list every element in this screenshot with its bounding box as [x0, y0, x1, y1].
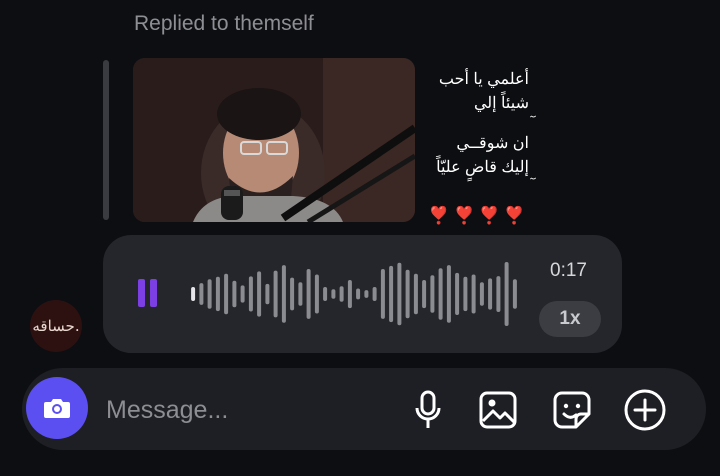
waveform-bar: [339, 286, 344, 302]
video-thumbnail-image[interactable]: [133, 58, 415, 222]
composer-bar: [22, 368, 706, 450]
waveform-bar: [413, 273, 418, 315]
waveform-bar: [199, 283, 204, 305]
waveform-bar: [397, 262, 402, 326]
waveform-bar: [364, 290, 369, 298]
sticker-icon: [553, 391, 591, 429]
waveform-bar: [248, 276, 253, 312]
waveform-bar: [463, 276, 468, 312]
waveform-bar: [471, 274, 476, 314]
caption-line: ان شوقــي: [456, 135, 529, 152]
waveform-bar: [455, 272, 460, 315]
waveform[interactable]: [189, 255, 519, 333]
add-button[interactable]: [623, 388, 667, 432]
waveform-bar: [232, 280, 237, 308]
pause-bar-right: [150, 279, 157, 307]
waveform-bar: [215, 276, 220, 312]
caption-line: إليك قاضٍ عليّاً: [436, 159, 529, 176]
waveform-bar: [191, 287, 196, 301]
pause-bar-left: [138, 279, 145, 307]
waveform-bar: [380, 269, 385, 319]
caption-line: أعلمي يا أحب: [438, 71, 529, 88]
waveform-bar: [290, 277, 295, 311]
waveform-bar: [496, 276, 501, 312]
thumbnail-illustration: [133, 58, 415, 222]
microphone-button[interactable]: [406, 388, 450, 432]
plus-circle-icon: [624, 389, 666, 431]
waveform-bar: [265, 283, 270, 305]
voice-message-bubble[interactable]: 0:17 1x: [103, 235, 622, 353]
caption-line: شيئاً إلي: [473, 95, 529, 112]
caption-line: ٓ: [421, 180, 529, 192]
waveform-bar: [512, 279, 517, 309]
waveform-bar: [240, 285, 245, 303]
waveform-bar: [446, 265, 451, 323]
waveform-bar: [430, 275, 435, 313]
caption-line: ٓ: [421, 116, 529, 132]
microphone-icon: [415, 390, 441, 428]
waveform-bar: [479, 282, 484, 306]
waveform-bar: [422, 280, 427, 309]
waveform-bar: [405, 269, 410, 319]
waveform-bar: [224, 273, 229, 315]
waveform-bar: [331, 289, 336, 299]
waveform-bar: [298, 282, 303, 306]
waveform-bar: [488, 278, 493, 310]
waveform-bar: [438, 268, 443, 320]
replied-label: Replied to themself: [134, 12, 314, 35]
image-icon: [479, 391, 517, 429]
gallery-button[interactable]: [476, 388, 520, 432]
waveform-bar: [314, 274, 319, 314]
waveform-bar: [323, 287, 328, 301]
waveform-bar: [347, 280, 352, 309]
waveform-bar: [504, 262, 509, 326]
quoted-message[interactable]: أعلمي يا أحب شيئاً إلي ٓ ان شوقــي إليك …: [131, 58, 529, 228]
avatar-text: حساقه.: [32, 317, 80, 335]
pause-icon[interactable]: [138, 279, 160, 307]
quoted-caption: أعلمي يا أحب شيئاً إلي ٓ ان شوقــي إليك …: [421, 68, 529, 228]
waveform-bar: [306, 269, 311, 319]
waveform-bar: [389, 265, 394, 323]
voice-duration: 0:17: [550, 260, 587, 281]
camera-button[interactable]: [26, 377, 88, 439]
camera-icon: [44, 399, 70, 418]
waveform-bar: [207, 279, 212, 309]
sticker-button[interactable]: [550, 388, 594, 432]
waveform-bar: [281, 265, 286, 323]
avatar[interactable]: حساقه.: [30, 300, 82, 352]
reply-indicator-bar: [103, 60, 109, 220]
waveform-bar: [257, 271, 262, 317]
hearts-emoji: ❣️❣️❣️❣️: [428, 206, 529, 225]
message-input[interactable]: [104, 390, 398, 430]
waveform-bar: [273, 270, 278, 318]
playback-speed-button[interactable]: 1x: [539, 301, 601, 337]
waveform-bar: [356, 288, 361, 300]
waveform-bar: [372, 287, 377, 301]
